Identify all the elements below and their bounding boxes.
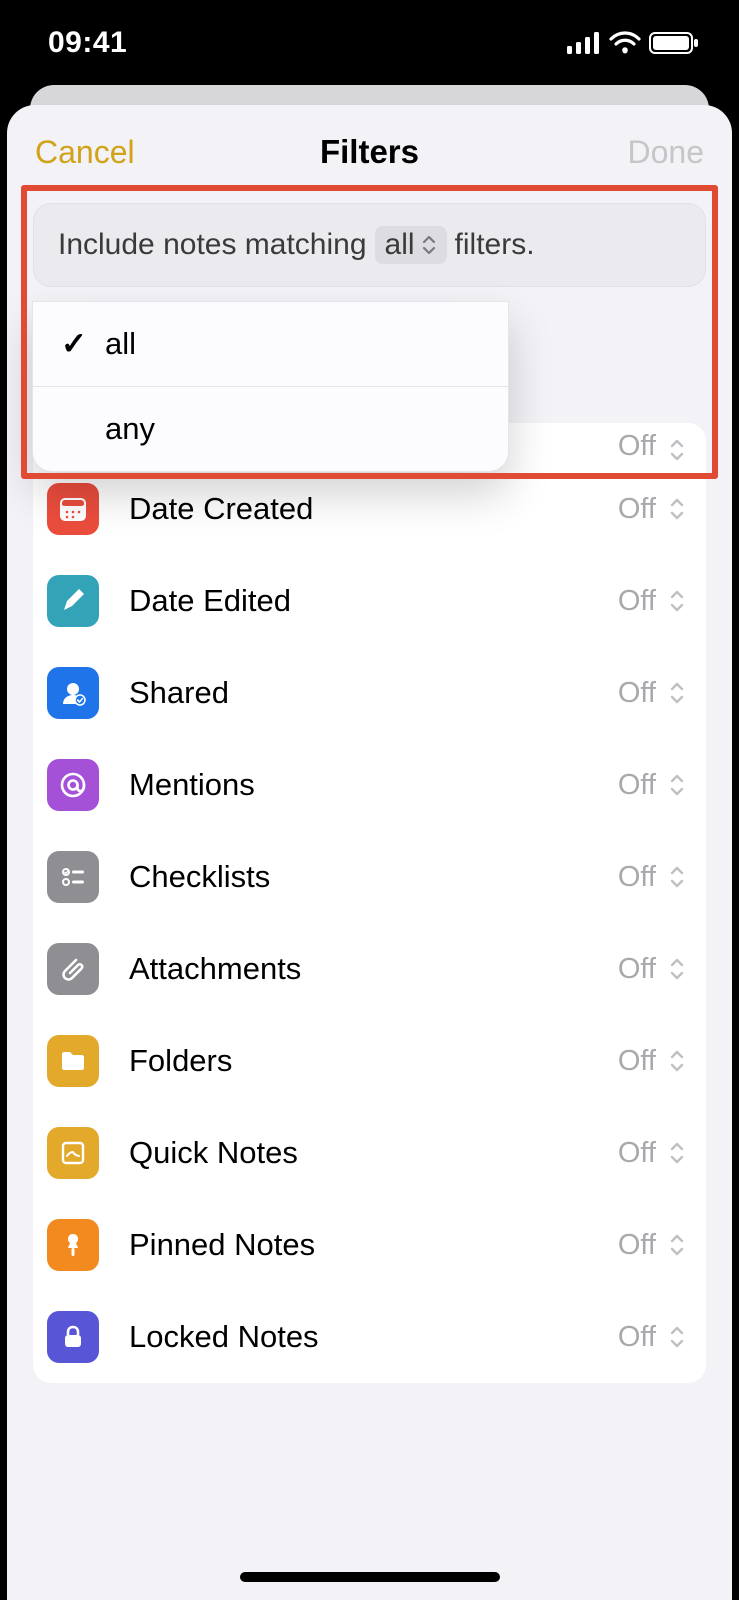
match-mode-selector[interactable]: all: [375, 226, 447, 264]
chevron-up-down-icon: [421, 234, 437, 256]
sheet-title: Filters: [155, 133, 584, 171]
sheet-header: Cancel Filters Done: [7, 105, 732, 185]
filter-value: Off: [618, 953, 656, 986]
filter-label: Locked Notes: [129, 1319, 618, 1355]
status-bar: 09:41: [0, 0, 739, 85]
chevron-up-down-icon: [668, 772, 686, 798]
home-indicator[interactable]: [240, 1572, 500, 1582]
chevron-up-down-icon: [668, 496, 686, 522]
chevron-up-down-icon: [668, 588, 686, 614]
filter-label: Attachments: [129, 951, 618, 987]
chevron-up-down-icon: [668, 437, 686, 463]
cancel-button[interactable]: Cancel: [35, 134, 155, 171]
match-mode-row: Include notes matching all filters.: [33, 203, 706, 287]
filter-row-checklists[interactable]: Checklists Off: [33, 831, 706, 923]
chevron-up-down-icon: [668, 864, 686, 890]
filter-value: Off: [618, 1045, 656, 1078]
filter-row-folders[interactable]: Folders Off: [33, 1015, 706, 1107]
chevron-up-down-icon: [668, 1048, 686, 1074]
match-prefix-label: Include notes matching: [58, 228, 367, 262]
dropdown-option-all[interactable]: ✓ all: [33, 302, 508, 386]
shared-icon: [47, 667, 99, 719]
dropdown-option-label: all: [105, 326, 136, 362]
dropdown-option-label: any: [105, 411, 155, 447]
filter-row-quick-notes[interactable]: Quick Notes Off: [33, 1107, 706, 1199]
checkmark-icon: ✓: [61, 326, 85, 362]
wifi-icon: [609, 31, 641, 55]
match-suffix-label: filters.: [455, 228, 535, 262]
filter-list: Tags Off Date Created Off: [33, 423, 706, 1383]
quick-note-icon: [47, 1127, 99, 1179]
filter-row-mentions[interactable]: Mentions Off: [33, 739, 706, 831]
filter-label: Mentions: [129, 767, 618, 803]
chevron-up-down-icon: [668, 1232, 686, 1258]
match-mode-value: all: [385, 228, 415, 262]
checklist-icon: [47, 851, 99, 903]
dropdown-option-any[interactable]: any: [33, 386, 508, 471]
filter-value: Off: [618, 677, 656, 710]
filter-row-shared[interactable]: Shared Off: [33, 647, 706, 739]
lock-icon: [47, 1311, 99, 1363]
filter-value: Off: [618, 769, 656, 802]
filter-label: Pinned Notes: [129, 1227, 618, 1263]
filter-row-locked-notes[interactable]: Locked Notes Off: [33, 1291, 706, 1383]
chevron-up-down-icon: [668, 680, 686, 706]
pin-icon: [47, 1219, 99, 1271]
pencil-icon: [47, 575, 99, 627]
filter-value: Off: [618, 861, 656, 894]
folder-icon: [47, 1035, 99, 1087]
filter-label: Date Edited: [129, 583, 618, 619]
filter-row-date-created[interactable]: Date Created Off: [33, 463, 706, 555]
filter-value: Off: [618, 585, 656, 618]
filter-value: Off: [618, 1321, 656, 1354]
filter-value: Off: [618, 430, 656, 463]
filter-label: Shared: [129, 675, 618, 711]
filter-value: Off: [618, 493, 656, 526]
filter-value: Off: [618, 1137, 656, 1170]
chevron-up-down-icon: [668, 1324, 686, 1350]
battery-icon: [649, 31, 699, 55]
filter-row-date-edited[interactable]: Date Edited Off: [33, 555, 706, 647]
filter-label: Checklists: [129, 859, 618, 895]
paperclip-icon: [47, 943, 99, 995]
filter-label: Quick Notes: [129, 1135, 618, 1171]
done-button[interactable]: Done: [584, 134, 704, 171]
calendar-icon: [47, 483, 99, 535]
match-mode-dropdown: ✓ all any: [32, 301, 509, 472]
filter-label: Folders: [129, 1043, 618, 1079]
filters-sheet: Cancel Filters Done Include notes matchi…: [7, 105, 732, 1600]
filter-row-attachments[interactable]: Attachments Off: [33, 923, 706, 1015]
at-sign-icon: [47, 759, 99, 811]
status-indicators: [567, 31, 699, 55]
chevron-up-down-icon: [668, 1140, 686, 1166]
filter-value: Off: [618, 1229, 656, 1262]
status-time: 09:41: [48, 26, 127, 60]
cellular-icon: [567, 32, 601, 54]
chevron-up-down-icon: [668, 956, 686, 982]
filter-label: Date Created: [129, 491, 618, 527]
filter-row-pinned-notes[interactable]: Pinned Notes Off: [33, 1199, 706, 1291]
